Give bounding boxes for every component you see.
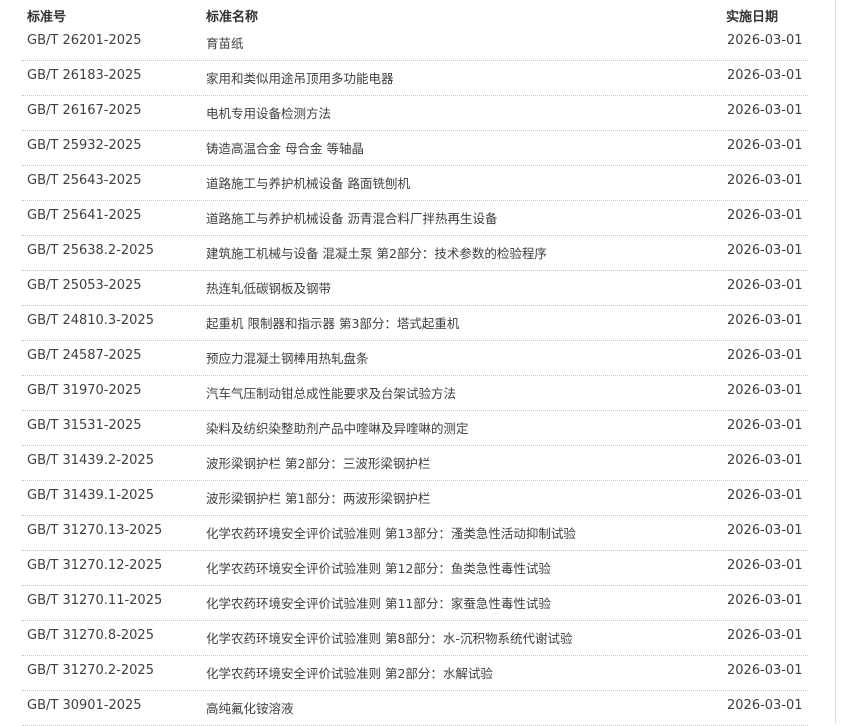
standard-name-link[interactable]: 道路施工与养护机械设备 路面铣刨机 (206, 173, 410, 192)
standard-name-link[interactable]: 建筑施工机械与设备 混凝土泵 第2部分：技术参数的检验程序 (206, 243, 547, 262)
standard-name-link[interactable]: 化学农药环境安全评价试验准则 第11部分：家蚕急性毒性试验 (206, 593, 551, 612)
implementation-date: 2026-03-01 (727, 138, 803, 153)
standard-number[interactable]: GB/T 31970-2025 (27, 383, 142, 398)
implementation-date: 2026-03-01 (727, 313, 803, 328)
standard-name-link[interactable]: 波形梁钢护栏 第1部分：两波形梁钢护栏 (206, 488, 430, 507)
standard-number[interactable]: GB/T 31270.12-2025 (27, 558, 162, 573)
standard-name-link[interactable]: 化学农药环境安全评价试验准则 第2部分：水解试验 (206, 663, 493, 682)
header-standard-number: 标准号 (27, 10, 67, 25)
standard-name-link[interactable]: 高纯氟化铵溶液 (206, 698, 294, 717)
implementation-date: 2026-03-01 (727, 348, 803, 363)
standard-name-link[interactable]: 化学农药环境安全评价试验准则 第8部分：水-沉积物系统代谢试验 (206, 628, 572, 647)
standard-name-link[interactable]: 家用和类似用途吊顶用多功能电器 (206, 68, 394, 87)
table-row[interactable]: GB/T 25643-2025 道路施工与养护机械设备 路面铣刨机 2026-03-… (22, 166, 808, 201)
standard-name-link[interactable]: 育苗纸 (206, 33, 244, 52)
standard-number[interactable]: GB/T 31270.11-2025 (27, 593, 162, 608)
table-row[interactable]: GB/T 31970-2025 汽车气压制动钳总成性能要求及台架试验方法 2026-… (22, 376, 808, 411)
standard-number[interactable]: GB/T 24810.3-2025 (27, 313, 154, 328)
table-row[interactable]: GB/T 31439.2-2025 波形梁钢护栏 第2部分：三波形梁钢护栏 2026… (22, 446, 808, 481)
implementation-date: 2026-03-01 (727, 628, 803, 643)
standard-number[interactable]: GB/T 25641-2025 (27, 208, 142, 223)
standards-list: GB/T 26201-2025 育苗纸 2026-03-01 GB/T 26183-2… (22, 26, 808, 726)
standard-number[interactable]: GB/T 25638.2-2025 (27, 243, 154, 258)
implementation-date: 2026-03-01 (727, 488, 803, 503)
standard-number[interactable]: GB/T 26183-2025 (27, 68, 142, 83)
header-implementation-date: 实施日期 (726, 10, 779, 25)
standard-name-link[interactable]: 化学农药环境安全评价试验准则 第12部分：鱼类急性毒性试验 (206, 558, 551, 577)
table-row[interactable]: GB/T 31531-2025 染料及纺织染整助剂产品中喹啉及异喹啉的测定 2026… (22, 411, 808, 446)
standard-name-link[interactable]: 起重机 限制器和指示器 第3部分：塔式起重机 (206, 313, 459, 332)
standard-name-link[interactable]: 波形梁钢护栏 第2部分：三波形梁钢护栏 (206, 453, 430, 472)
standard-name-link[interactable]: 电机专用设备检测方法 (206, 103, 331, 122)
table-row[interactable]: GB/T 31270.11-2025 化学农药环境安全评价试验准则 第11部分：家… (22, 586, 808, 621)
table-row[interactable]: GB/T 31270.12-2025 化学农药环境安全评价试验准则 第12部分：鱼… (22, 551, 808, 586)
implementation-date: 2026-03-01 (727, 698, 803, 713)
standard-name-link[interactable]: 化学农药环境安全评价试验准则 第13部分：溞类急性活动抑制试验 (206, 523, 576, 542)
standard-name-link[interactable]: 道路施工与养护机械设备 沥青混合料厂拌热再生设备 (206, 208, 497, 227)
standard-number[interactable]: GB/T 31270.8-2025 (27, 628, 154, 643)
header-standard-name: 标准名称 (206, 10, 259, 25)
implementation-date: 2026-03-01 (727, 663, 803, 678)
standard-number[interactable]: GB/T 25643-2025 (27, 173, 142, 188)
implementation-date: 2026-03-01 (727, 418, 803, 433)
implementation-date: 2026-03-01 (727, 278, 803, 293)
table-row[interactable]: GB/T 26183-2025 家用和类似用途吊顶用多功能电器 2026-03-01 (22, 61, 808, 96)
table-header: 标准号 标准名称 实施日期 (0, 0, 836, 28)
table-row[interactable]: GB/T 24810.3-2025 起重机 限制器和指示器 第3部分：塔式起重机 2… (22, 306, 808, 341)
standard-number[interactable]: GB/T 31439.1-2025 (27, 488, 154, 503)
implementation-date: 2026-03-01 (727, 383, 803, 398)
standard-number[interactable]: GB/T 25932-2025 (27, 138, 142, 153)
implementation-date: 2026-03-01 (727, 453, 803, 468)
standard-name-link[interactable]: 铸造高温合金 母合金 等轴晶 (206, 138, 364, 157)
implementation-date: 2026-03-01 (727, 558, 803, 573)
implementation-date: 2026-03-01 (727, 208, 803, 223)
table-row[interactable]: GB/T 26167-2025 电机专用设备检测方法 2026-03-01 (22, 96, 808, 131)
implementation-date: 2026-03-01 (727, 593, 803, 608)
table-row[interactable]: GB/T 26201-2025 育苗纸 2026-03-01 (22, 26, 808, 61)
standard-number[interactable]: GB/T 31439.2-2025 (27, 453, 154, 468)
standard-name-link[interactable]: 预应力混凝土钢棒用热轧盘条 (206, 348, 369, 367)
table-row[interactable]: GB/T 30901-2025 高纯氟化铵溶液 2026-03-01 (22, 691, 808, 726)
table-row[interactable]: GB/T 25053-2025 热连轧低碳钢板及钢带 2026-03-01 (22, 271, 808, 306)
table-row[interactable]: GB/T 24587-2025 预应力混凝土钢棒用热轧盘条 2026-03-01 (22, 341, 808, 376)
table-row[interactable]: GB/T 25641-2025 道路施工与养护机械设备 沥青混合料厂拌热再生设备 2… (22, 201, 808, 236)
table-row[interactable]: GB/T 31439.1-2025 波形梁钢护栏 第1部分：两波形梁钢护栏 2026… (22, 481, 808, 516)
standard-number[interactable]: GB/T 24587-2025 (27, 348, 142, 363)
standard-name-link[interactable]: 汽车气压制动钳总成性能要求及台架试验方法 (206, 383, 456, 402)
implementation-date: 2026-03-01 (727, 523, 803, 538)
table-row[interactable]: GB/T 25932-2025 铸造高温合金 母合金 等轴晶 2026-03-01 (22, 131, 808, 166)
standard-name-link[interactable]: 热连轧低碳钢板及钢带 (206, 278, 331, 297)
standard-number[interactable]: GB/T 31270.2-2025 (27, 663, 154, 678)
implementation-date: 2026-03-01 (727, 68, 803, 83)
standard-number[interactable]: GB/T 30901-2025 (27, 698, 142, 713)
standard-number[interactable]: GB/T 31531-2025 (27, 418, 142, 433)
standard-number[interactable]: GB/T 26201-2025 (27, 33, 142, 48)
standards-table-panel: 标准号 标准名称 实施日期 GB/T 26201-2025 育苗纸 2026-03-… (0, 0, 836, 726)
table-row[interactable]: GB/T 25638.2-2025 建筑施工机械与设备 混凝土泵 第2部分：技术参… (22, 236, 808, 271)
implementation-date: 2026-03-01 (727, 243, 803, 258)
implementation-date: 2026-03-01 (727, 103, 803, 118)
table-row[interactable]: GB/T 31270.13-2025 化学农药环境安全评价试验准则 第13部分：溞… (22, 516, 808, 551)
table-row[interactable]: GB/T 31270.2-2025 化学农药环境安全评价试验准则 第2部分：水解试… (22, 656, 808, 691)
standard-number[interactable]: GB/T 26167-2025 (27, 103, 142, 118)
table-row[interactable]: GB/T 31270.8-2025 化学农药环境安全评价试验准则 第8部分：水-沉… (22, 621, 808, 656)
implementation-date: 2026-03-01 (727, 173, 803, 188)
standard-name-link[interactable]: 染料及纺织染整助剂产品中喹啉及异喹啉的测定 (206, 418, 469, 437)
implementation-date: 2026-03-01 (727, 33, 803, 48)
standard-number[interactable]: GB/T 31270.13-2025 (27, 523, 162, 538)
standard-number[interactable]: GB/T 25053-2025 (27, 278, 142, 293)
